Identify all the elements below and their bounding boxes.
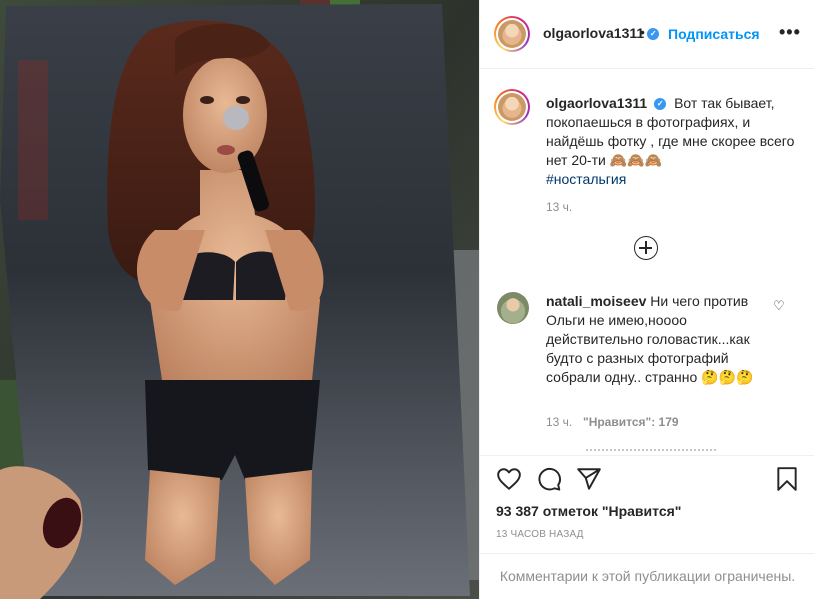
commenter-avatar[interactable] xyxy=(497,292,529,324)
follow-button[interactable]: Подписаться xyxy=(668,26,760,42)
comment-time[interactable]: 13 ч. xyxy=(546,415,572,429)
caption-text: olgaorlova1311 ✓ Вот так бывает, покопаеш… xyxy=(546,94,804,189)
post-date[interactable]: 13 ЧАСОВ НАЗАД xyxy=(496,529,584,540)
hashtag-link[interactable]: #ностальгия xyxy=(546,171,626,187)
photo-image xyxy=(0,0,479,599)
comments-limited-notice: Комментарии к этой публикации ограничены… xyxy=(480,553,814,600)
load-more-comments-icon[interactable] xyxy=(634,236,658,260)
comment-icon[interactable] xyxy=(536,466,562,492)
caption-username[interactable]: olgaorlova1311 xyxy=(546,95,647,111)
commenter-username[interactable]: natali_moiseev xyxy=(546,293,646,309)
post-side-panel: olgaorlova1311 ✓ • Подписаться ••• olgaor… xyxy=(479,0,814,599)
author-username[interactable]: olgaorlova1311 xyxy=(543,25,644,41)
caption-time[interactable]: 13 ч. xyxy=(546,200,572,214)
verified-badge-icon: ✓ xyxy=(647,27,660,40)
comment-likes[interactable]: "Нравится": 179 xyxy=(583,415,679,429)
author-avatar[interactable] xyxy=(494,16,530,52)
header-separator: • xyxy=(640,24,645,40)
post-actions: 93 387 отметок "Нравится" 13 ЧАСОВ НАЗАД… xyxy=(480,455,814,599)
bookmark-icon[interactable] xyxy=(774,466,800,492)
post-header: olgaorlova1311 ✓ • Подписаться ••• xyxy=(480,0,814,69)
verified-badge-icon: ✓ xyxy=(654,98,667,111)
post-photo[interactable] xyxy=(0,0,479,599)
likes-count[interactable]: 93 387 отметок "Нравится" xyxy=(496,503,681,519)
more-options-icon[interactable]: ••• xyxy=(779,22,801,43)
comment-like-heart-icon[interactable]: ♡ xyxy=(773,298,785,314)
caption-avatar[interactable] xyxy=(494,89,530,125)
heart-icon[interactable] xyxy=(496,466,522,492)
comment-text: natali_moiseev Ни чего против Ольги не и… xyxy=(546,292,768,387)
share-icon[interactable] xyxy=(576,466,602,492)
